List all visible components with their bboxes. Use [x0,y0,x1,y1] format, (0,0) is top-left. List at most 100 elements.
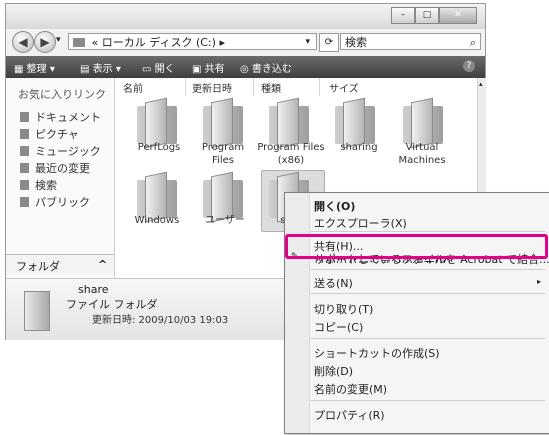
folder-label-users[interactable]: ユーザー [190,214,260,227]
favorite-links-title: お気に入りリンク [18,88,106,101]
navigation-pane: お気に入りリンク ドキュメント ピクチャ ミュージック 最近の変更 検索 パブリ… [6,78,115,278]
column-name[interactable]: 名前 [123,80,143,95]
submenu-arrow-icon: ▸ [536,277,541,286]
search-folder-icon [20,180,29,190]
menu-item-rename[interactable]: 名前の変更(M) [314,381,387,397]
column-type[interactable]: 種類 [261,80,281,95]
nav-item-label: ピクチャ [35,128,79,141]
maximize-button[interactable]: □ [415,7,439,24]
public-icon [20,197,29,207]
folder-label-program-files[interactable]: Program Files [191,141,255,167]
menu-item-create-shortcut[interactable]: ショートカットの作成(S) [314,345,440,361]
menu-item-open[interactable]: 開く(O) [314,198,355,214]
window-controls: – □ ✕ [391,7,477,24]
title-bar: – □ ✕ [6,4,485,29]
share-highlight-box [285,234,548,259]
menu-item-send-to[interactable]: 送る(N) [314,275,353,291]
nav-item-public[interactable]: パブリック [20,194,90,210]
address-dropdown-icon[interactable]: ▾ [305,34,310,51]
share-label: 共有 [204,64,225,75]
organize-icon: ▦ [14,64,24,75]
address-row: ◀ ▶ ▾ « ローカル ディスク (C:) ▸ ▾ ⟳ 検索 ⌕ [6,29,485,54]
folder-label-program-files-x86[interactable]: Program Files (x86) [257,141,325,167]
address-chevron-icon[interactable]: ▸ [219,36,225,49]
open-icon: ▭ [142,64,152,75]
nav-item-recent[interactable]: 最近の変更 [20,160,90,176]
details-modified: 更新日時: 2009/10/03 19:03 [92,315,229,326]
details-name: share [78,283,109,296]
folder-icon[interactable] [327,97,387,149]
menu-separator [311,231,545,232]
burn-button[interactable]: ◎ 書き込む [240,60,292,75]
folders-label: フォルダ [16,260,60,273]
folder-icon [24,287,50,331]
open-button[interactable]: ▭ 開く [142,60,175,75]
folder-icon[interactable] [195,97,255,149]
nav-item-search[interactable]: 検索 [20,177,57,193]
menu-separator [311,293,545,294]
organize-button[interactable]: ▦ 整理 ▾ [14,60,55,75]
command-bar: ▦ 整理 ▾ ▤ 表示 ▾ ▭ 開く ▣ 共有 ◎ 書き込む ? [6,56,485,78]
column-divider[interactable] [319,78,320,96]
search-placeholder: 検索 [345,36,367,49]
folders-toggle[interactable]: フォルダ ^ [6,254,114,275]
nav-item-label: ミュージック [35,145,101,158]
burn-label: 書き込む [251,64,292,75]
nav-item-label: パブリック [35,196,90,209]
close-button[interactable]: ✕ [439,7,477,24]
search-icon[interactable]: ⌕ [470,34,476,51]
menu-separator [311,269,545,270]
menu-item-delete[interactable]: 削除(D) [314,363,353,379]
minimize-button[interactable]: – [391,7,415,24]
context-menu: 開く(O) エクスプローラ(X) 共有(H)... 以前のバージョンの復元(V)… [284,192,549,434]
folder-label-windows[interactable]: Windows [122,214,192,227]
nav-item-documents[interactable]: ドキュメント [20,109,101,125]
folder-label-sharing[interactable]: sharing [324,141,394,154]
menu-icon-strip [285,193,310,433]
refresh-button[interactable]: ⟳ [319,33,339,52]
menu-separator [311,338,545,339]
share-button[interactable]: ▣ 共有 [192,60,225,75]
pictures-icon [20,129,29,139]
address-prefix: « [91,36,99,49]
views-icon: ▤ [80,64,90,75]
scroll-up-icon[interactable]: ▴ [479,80,483,88]
column-divider[interactable] [185,78,186,96]
open-label: 開く [154,64,175,75]
chevron-up-icon: ^ [98,258,108,271]
music-icon [20,146,29,156]
back-button[interactable]: ◀ [12,31,34,53]
folder-label-virtual-machines[interactable]: Virtual Machines [392,141,452,167]
menu-item-properties[interactable]: プロパティ(R) [314,407,385,423]
nav-item-music[interactable]: ミュージック [20,143,101,159]
organize-label: 整理 ▾ [26,64,55,75]
column-modified[interactable]: 更新日時 [192,80,232,95]
help-button[interactable]: ? [463,60,475,72]
menu-item-copy[interactable]: コピー(C) [314,319,363,335]
folder-icon[interactable] [395,97,455,149]
forward-button[interactable]: ▶ [34,31,56,53]
nav-item-label: 最近の変更 [35,162,90,175]
disc-icon: ◎ [240,64,249,75]
recent-icon [20,163,29,173]
folder-icon[interactable] [129,97,189,149]
search-input[interactable]: 検索 ⌕ [340,33,481,50]
details-type: ファイル フォルダ [66,298,158,311]
menu-item-cut[interactable]: 切り取り(T) [314,301,373,317]
documents-icon [20,112,29,122]
views-label: 表示 ▾ [92,64,121,75]
address-bar[interactable]: « ローカル ディスク (C:) ▸ ▾ [68,33,317,50]
folder-icon[interactable] [261,97,321,149]
drive-icon [73,38,85,47]
address-path[interactable]: ローカル ディスク (C:) [102,36,216,49]
nav-item-pictures[interactable]: ピクチャ [20,126,79,142]
nav-item-label: 検索 [35,179,57,192]
recent-pages-icon[interactable]: ▾ [56,35,61,45]
column-size[interactable]: サイズ [329,80,359,95]
folder-label-perflogs[interactable]: PerfLogs [124,141,194,154]
menu-item-explorer[interactable]: エクスプローラ(X) [314,215,407,231]
views-button[interactable]: ▤ 表示 ▾ [80,60,121,75]
column-divider[interactable] [253,78,254,96]
share-icon: ▣ [192,64,202,75]
menu-separator [311,400,545,401]
